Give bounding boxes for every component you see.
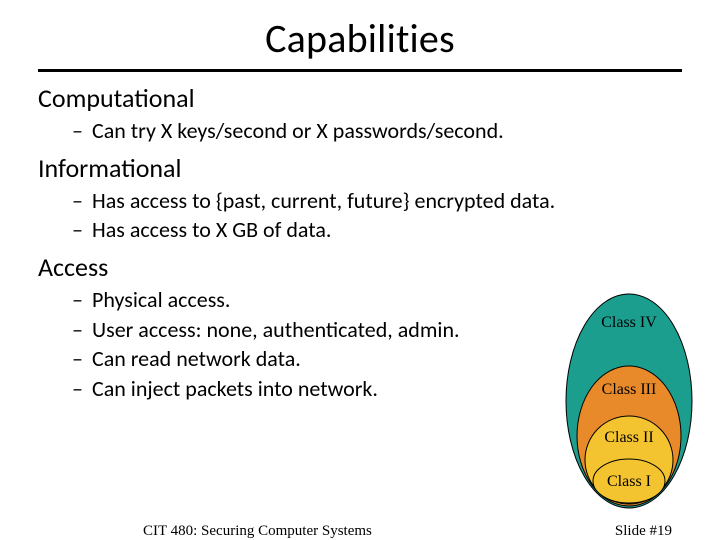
slide: Capabilities Computational Can try X key… [0,14,720,540]
label-class-i: Class I [607,473,651,490]
footer-slide-number: Slide #19 [615,523,672,540]
label-class-ii: Class II [604,429,653,446]
label-class-iv: Class IV [601,314,657,331]
footer-course: CIT 480: Securing Computer Systems [143,523,372,540]
class-diagram: Class IV Class III Class II Class I [564,292,694,510]
slide-footer: CIT 480: Securing Computer Systems Slide… [0,523,720,540]
heading-informational: Informational [38,152,682,184]
list-item: Has access to {past, current, future} en… [72,186,682,216]
heading-access: Access [38,251,682,283]
list-informational: Has access to {past, current, future} en… [38,186,682,245]
label-class-iii: Class III [602,381,657,398]
title-underline [38,69,682,72]
list-computational: Can try X keys/second or X passwords/sec… [38,116,682,146]
slide-title: Capabilities [0,14,720,63]
list-item: Has access to X GB of data. [72,215,682,245]
list-item: Can try X keys/second or X passwords/sec… [72,116,682,146]
heading-computational: Computational [38,82,682,114]
